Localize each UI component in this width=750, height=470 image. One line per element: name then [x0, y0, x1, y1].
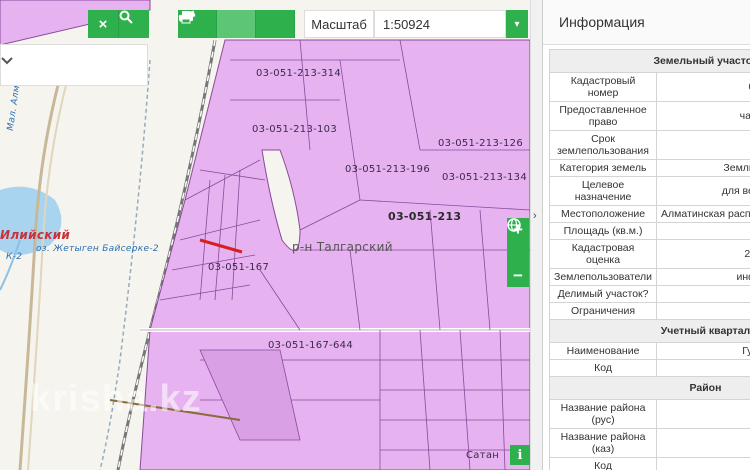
row-value: частная [656, 101, 750, 131]
parcel-label: 03-051-213-103 [252, 124, 338, 135]
parcel-label: 03-051-213-314 [256, 68, 342, 79]
row-value: Алматинская расположен Гульдалинско [656, 205, 750, 223]
info-button[interactable]: i [510, 445, 530, 465]
scale-input[interactable]: 1:50924 [374, 10, 506, 38]
row-value [656, 302, 750, 320]
print-icon [179, 11, 193, 24]
table-row: Категория земельЗемли сель на [548, 159, 750, 177]
globe-icon [507, 218, 521, 232]
row-key: Площадь (кв.м.) [548, 222, 658, 240]
map-toolbar [178, 10, 295, 38]
info-table: Земельный участок Кадастровый номер03-0 … [548, 49, 750, 470]
row-key: Название района (каз) [548, 428, 658, 458]
close-icon: × [98, 15, 108, 33]
table-row: Код0 [548, 359, 750, 377]
region-label: р-н Талгарский [292, 240, 393, 254]
row-value [656, 457, 750, 470]
search-bar: × [0, 10, 150, 38]
row-key: Ограничения [548, 302, 658, 320]
section-title: Земельный участок [549, 49, 750, 73]
row-value: Та [656, 399, 750, 429]
chevron-right-icon: › [533, 210, 537, 222]
table-row: Название района (каз) [548, 428, 750, 458]
row-key: Наименование [548, 342, 658, 360]
row-value: 27200 [656, 239, 750, 269]
row-value: 0 [656, 359, 750, 377]
close-button[interactable]: × [88, 10, 118, 38]
scale-label: Масштаб [304, 10, 374, 38]
table-row: Предоставленное правочастная [548, 101, 750, 131]
minus-icon: − [513, 265, 523, 285]
search-icon [119, 10, 133, 24]
print-button[interactable] [179, 10, 295, 38]
table-row: Землепользователиинформа [548, 268, 750, 286]
pencil-button[interactable] [180, 10, 256, 38]
caret-down-icon: ▾ [514, 18, 520, 30]
row-value [656, 130, 750, 160]
cadastral-map[interactable]: 03-051-213-314 03-051-213-103 03-051-213… [0, 0, 542, 470]
table-row: Целевое назначениедля ведения кр [548, 176, 750, 206]
table-row: Название района (рус)Та [548, 399, 750, 429]
row-key: Предоставленное право [548, 101, 658, 131]
table-row: МестоположениеАлматинская расположен Гул… [548, 205, 750, 223]
row-key: Кадастровый номер [548, 72, 658, 102]
row-key: Код [548, 457, 658, 470]
table-row: НаименованиеГульда [548, 342, 750, 360]
row-key: Делимый участок? [548, 285, 658, 303]
parcel-label: 03-051-213-134 [442, 172, 528, 183]
row-value [656, 285, 750, 303]
table-row: Ограничения [548, 302, 750, 320]
row-key: Категория земель [548, 159, 658, 177]
row-value [656, 222, 750, 240]
search-button[interactable] [118, 10, 149, 38]
row-value: информа [656, 268, 750, 286]
row-key: Целевое назначение [548, 176, 658, 206]
parcel-label: 03-051-213-196 [345, 164, 431, 175]
info-panel: Информация Земельный участок Кадастровый… [542, 0, 750, 470]
place-label-iliysky: Илийский [0, 228, 71, 242]
row-value: для ведения кр [656, 176, 750, 206]
table-row: Кадастровая оценка27200 [548, 239, 750, 269]
watermark: krisha.kz [30, 378, 202, 420]
section-title: Район [549, 376, 750, 400]
parcel-label: 03-051-213-126 [438, 138, 524, 149]
parcel-label: 03-051-213 [388, 210, 462, 223]
zoom-out-button[interactable]: − [507, 264, 529, 287]
row-key: Местоположение [548, 205, 658, 223]
road-label: К-2 [6, 252, 23, 262]
table-row: Срок землепользования [548, 130, 750, 160]
chevron-down-icon [1, 57, 13, 65]
table-row: Кадастровый номер03-0 [548, 72, 750, 102]
row-key: Название района (рус) [548, 399, 658, 429]
row-key: Землепользователи [548, 268, 658, 286]
row-value [656, 428, 750, 458]
row-key: Срок землепользования [548, 130, 658, 160]
info-icon: i [517, 447, 523, 463]
row-value: Земли сель на [656, 159, 750, 177]
table-row: Площадь (кв.м.) [548, 222, 750, 240]
lake-label: оз. Жетыген Байсерке-2 [36, 244, 159, 254]
search-panel: × [0, 10, 150, 86]
scale-dropdown-button[interactable]: ▾ [506, 10, 528, 38]
row-key: Кадастровая оценка [548, 239, 658, 269]
place-label: Сатан [466, 450, 500, 461]
layer-select[interactable] [0, 44, 148, 86]
zoom-controls: + − [507, 218, 529, 287]
section-title: Учетный квартал [549, 319, 750, 343]
globe-button[interactable] [507, 218, 529, 264]
table-row: Делимый участок? [548, 285, 750, 303]
parcel-label: 03-051-167-644 [268, 340, 354, 351]
row-value: Гульда [656, 342, 750, 360]
row-key: Код [548, 359, 658, 377]
parcel-label: 03-051-167 [208, 262, 270, 273]
panel-title: Информация [543, 0, 750, 45]
table-row: Код [548, 457, 750, 470]
row-value: 03-0 [656, 72, 750, 102]
